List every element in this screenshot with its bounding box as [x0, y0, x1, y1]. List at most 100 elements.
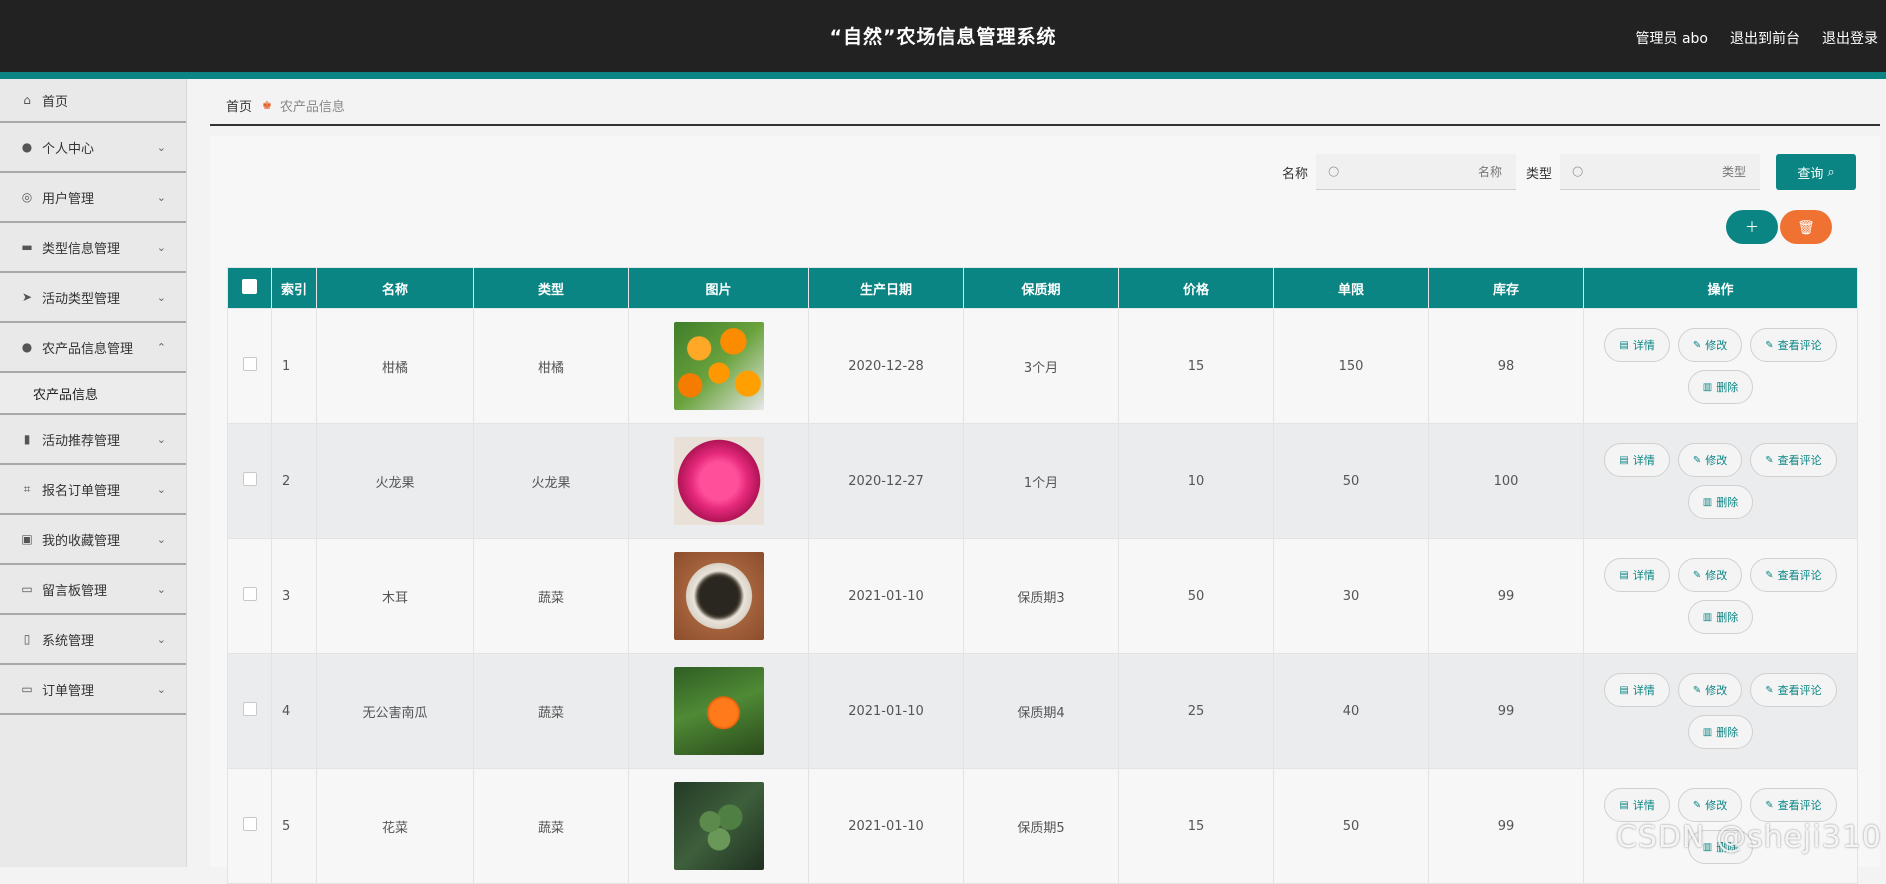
- price: 10: [1118, 423, 1274, 539]
- view-comments-button[interactable]: ✎ 查看评论: [1750, 328, 1837, 362]
- detail-button[interactable]: ▤ 详情: [1604, 328, 1670, 362]
- sidebar-item-favorites[interactable]: ▣ 我的收藏管理 ⌄: [0, 515, 186, 565]
- breadcrumb-home[interactable]: 首页: [226, 96, 252, 115]
- edit-button[interactable]: ✎ 修改: [1677, 558, 1743, 592]
- sidebar-item-activity-recommend[interactable]: ▮ 活动推荐管理 ⌄: [0, 415, 186, 465]
- select-all-checkbox[interactable]: [242, 278, 257, 294]
- delete-button[interactable]: ▥ 删除: [1687, 715, 1754, 749]
- delete-button[interactable]: ▥ 删除: [1687, 370, 1754, 404]
- edit-button-label: 修改: [1705, 569, 1728, 582]
- sidebar-item-user-management[interactable]: ◎ 用户管理 ⌄: [0, 173, 186, 223]
- chevron-down-icon: ⌄: [156, 683, 166, 696]
- pencil-icon: ✎: [1765, 569, 1774, 581]
- pencil-icon: ✎: [1765, 684, 1774, 696]
- detail-button[interactable]: ▤ 详情: [1604, 558, 1670, 592]
- pencil-icon: ✎: [1765, 339, 1774, 351]
- name-search-input[interactable]: [1369, 163, 1504, 180]
- delete-button[interactable]: ▥ 删除: [1687, 600, 1754, 634]
- pencil-icon: ✎: [1692, 799, 1702, 811]
- back-to-front-link[interactable]: 退出到前台: [1730, 28, 1800, 48]
- limit: 150: [1273, 308, 1429, 424]
- search-icon: ⌕: [1827, 164, 1835, 179]
- product-table: 索引 名称 类型 图片 生产日期 保质期 价格 单限 库存 操作 1 柑橘 柑橘…: [227, 267, 1858, 884]
- detail-button-label: 详情: [1632, 799, 1655, 812]
- type-search-input[interactable]: [1614, 163, 1748, 180]
- sidebar-item-label: 活动推荐管理: [42, 433, 121, 449]
- sidebar-subitem-product-info[interactable]: 农产品信息: [0, 373, 186, 415]
- sidebar-item-label: 用户管理: [42, 191, 95, 207]
- add-button[interactable]: ＋: [1726, 210, 1778, 244]
- sidebar-item-label: 留言板管理: [42, 583, 108, 599]
- product-name: 柑橘: [316, 308, 474, 424]
- column-header: 图片: [628, 267, 809, 309]
- sidebar-item-message-board[interactable]: ▭ 留言板管理 ⌄: [0, 565, 186, 615]
- shelf-life: 3个月: [963, 308, 1119, 424]
- row-index: 3: [271, 538, 317, 654]
- row-checkbox[interactable]: [242, 587, 257, 601]
- row-checkbox[interactable]: [242, 702, 257, 716]
- limit: 30: [1273, 538, 1429, 654]
- edit-button[interactable]: ✎ 修改: [1677, 673, 1743, 707]
- edit-button[interactable]: ✎ 修改: [1677, 788, 1743, 822]
- sidebar-item-home[interactable]: ⌂ 首页: [0, 79, 186, 123]
- detail-button-label: 详情: [1632, 569, 1655, 582]
- detail-button-label: 详情: [1632, 684, 1655, 697]
- search-icon: ○: [1327, 164, 1340, 179]
- column-header: 名称: [316, 267, 474, 309]
- breadcrumb-current: 农产品信息: [279, 99, 345, 115]
- table-row: 4 无公害南瓜 蔬菜 2021-01-10 保质期4 25 40 99 ▤ 详情 …: [227, 653, 1858, 769]
- row-checkbox[interactable]: [242, 357, 257, 371]
- view-comments-button[interactable]: ✎ 查看评论: [1750, 788, 1837, 822]
- product-image-broccoli: [673, 782, 764, 870]
- stock: 98: [1428, 308, 1584, 424]
- sidebar-item-label: 个人中心: [42, 141, 95, 157]
- price: 50: [1118, 538, 1274, 654]
- user-circle-icon: ◎: [21, 190, 33, 204]
- view-comments-button[interactable]: ✎ 查看评论: [1750, 443, 1837, 477]
- edit-button[interactable]: ✎ 修改: [1677, 328, 1743, 362]
- admin-user-label[interactable]: 管理员 abo: [1636, 28, 1708, 48]
- breadcrumb-separator-icon: ♚: [262, 98, 272, 112]
- sidebar-item-product-info[interactable]: ● 农产品信息管理 ⌃: [0, 323, 186, 373]
- sidebar-item-orders[interactable]: ▭ 订单管理 ⌄: [0, 665, 186, 715]
- detail-button[interactable]: ▤ 详情: [1604, 673, 1670, 707]
- price: 15: [1118, 768, 1274, 884]
- pencil-icon: ✎: [1692, 684, 1702, 696]
- shelf-life: 保质期4: [963, 653, 1119, 769]
- product-image-dragonfruit: [673, 437, 764, 525]
- document-icon: ▤: [1619, 569, 1629, 581]
- view-comments-button-label: 查看评论: [1777, 339, 1822, 352]
- batch-delete-button[interactable]: 🗑: [1780, 210, 1832, 244]
- query-button-label: 查询: [1797, 165, 1824, 181]
- plus-icon: ＋: [1745, 219, 1759, 235]
- delete-button[interactable]: ▥ 删除: [1687, 485, 1754, 519]
- sidebar-item-activity-type[interactable]: ➤ 活动类型管理 ⌄: [0, 273, 186, 323]
- sidebar-item-personal-center[interactable]: ● 个人中心 ⌄: [0, 123, 186, 173]
- stock: 99: [1428, 538, 1584, 654]
- view-comments-button-label: 查看评论: [1777, 684, 1822, 697]
- pencil-icon: ✎: [1765, 454, 1774, 466]
- logout-link[interactable]: 退出登录: [1822, 28, 1878, 48]
- edit-button[interactable]: ✎ 修改: [1677, 443, 1743, 477]
- detail-button[interactable]: ▤ 详情: [1604, 443, 1670, 477]
- row-checkbox[interactable]: [242, 817, 257, 831]
- delete-button-label: 删除: [1716, 611, 1739, 624]
- edit-button-label: 修改: [1705, 339, 1728, 352]
- row-checkbox[interactable]: [242, 472, 257, 486]
- column-header: 单限: [1273, 267, 1429, 309]
- price: 15: [1118, 308, 1274, 424]
- breadcrumb: 首页 ♚ 农产品信息: [210, 86, 1880, 126]
- query-button[interactable]: 查询 ⌕: [1776, 154, 1856, 190]
- sidebar-item-signup-orders[interactable]: ⌗ 报名订单管理 ⌄: [0, 465, 186, 515]
- detail-button[interactable]: ▤ 详情: [1604, 788, 1670, 822]
- view-comments-button[interactable]: ✎ 查看评论: [1750, 558, 1837, 592]
- view-comments-button-label: 查看评论: [1777, 569, 1822, 582]
- chevron-down-icon: ⌄: [156, 533, 166, 546]
- sidebar-item-type-info[interactable]: ▬ 类型信息管理 ⌄: [0, 223, 186, 273]
- chevron-up-icon: ⌃: [156, 341, 166, 354]
- product-type: 蔬菜: [473, 768, 629, 884]
- view-comments-button[interactable]: ✎ 查看评论: [1750, 673, 1837, 707]
- column-header: 保质期: [963, 267, 1119, 309]
- product-name: 木耳: [316, 538, 474, 654]
- sidebar-item-system[interactable]: ▯ 系统管理 ⌄: [0, 615, 186, 665]
